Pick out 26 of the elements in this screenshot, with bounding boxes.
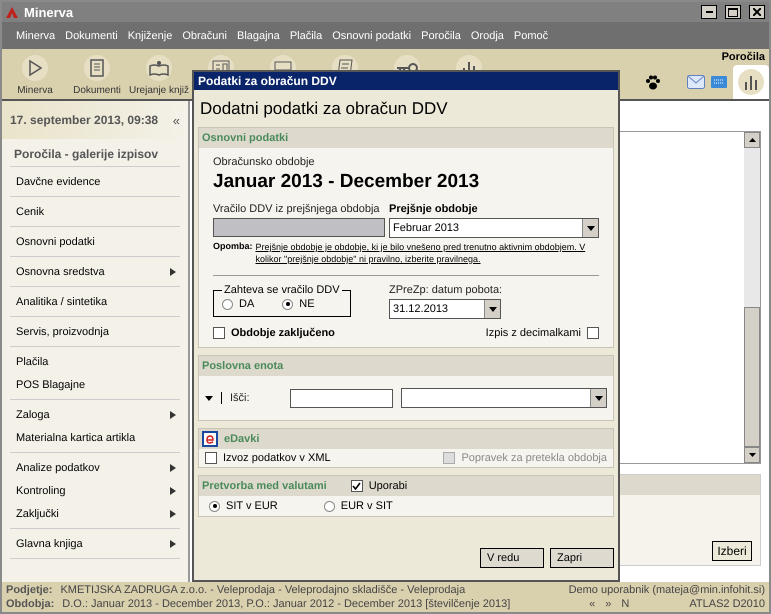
period-range: Januar 2013 - December 2013: [213, 171, 480, 193]
group-label: Zahteva se vračilo DDV: [223, 284, 341, 296]
periods-label: Obdobja:: [6, 597, 54, 611]
dialog-heading: Dodatni podatki za obračun DDV: [199, 98, 449, 120]
field-label: Prejšnje obdobje: [389, 203, 479, 215]
section-header: Poslovna enota: [202, 360, 284, 372]
window-title: Minerva: [24, 4, 74, 20]
field-label: ZPreZp: datum pobota:: [389, 284, 502, 296]
field-label: Vračilo DDV iz prejšnjega obdobja: [213, 203, 381, 215]
section-header: Osnovni podatki: [202, 132, 288, 144]
company-name: KMETIJSKA ZADRUGA z.o.o. - Veleprodaja - Veleprodajno skladišče - Veleprodaja: [60, 583, 466, 597]
section-title: Poročila: [722, 50, 766, 63]
company-label: Podjetje:: [6, 583, 52, 597]
section-header: eDavki: [224, 433, 260, 445]
sidebar-title: Poročila - galerije izpisov: [10, 139, 180, 167]
note-text: Prejšnje obdobje je obdobje, ki je bilo vnešeno pred trenutno aktivnim obdobjem. V kolikor "prejšnje obdobje" ni pravilno, izberite pravilnega.: [256, 241, 586, 265]
search-label: Išči:: [230, 392, 251, 404]
periods-text: D.O.: Januar 2013 - December 2013, P.O.: Januar 2012 - December 2013 [številčenje 2013]: [62, 597, 510, 611]
section-header: Pretvorba med valutami: [202, 480, 327, 492]
version-text: ATLAS2 D2010: [689, 597, 765, 611]
user-info: Demo uporabnik (mateja@min.infohit.si): [568, 583, 765, 597]
mode-indicator: N: [621, 597, 630, 611]
note-label: Opomba:: [213, 241, 252, 253]
field-label: Obračunsko obdobje: [213, 156, 316, 168]
date-time: 17. september 2013, 09:38: [10, 113, 158, 127]
dialog-title: Podatki za obračun DDV: [194, 72, 618, 90]
